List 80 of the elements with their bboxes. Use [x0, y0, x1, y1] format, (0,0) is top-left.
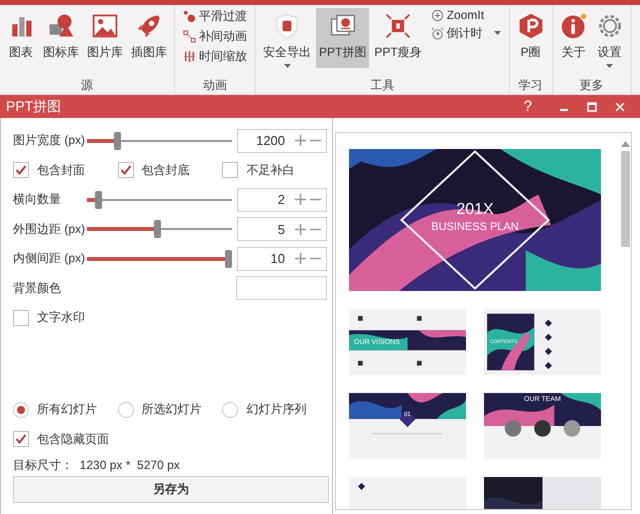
slider-thumb[interactable] — [224, 250, 232, 268]
ribbon-button[interactable]: 时间缩放 — [183, 48, 247, 65]
dialog-title: PPT拼图 — [6, 98, 62, 116]
group-label: 源 — [80, 77, 94, 94]
radio-label: 幻灯片序列 — [246, 401, 306, 418]
ribbon-button[interactable]: PPT拼图 — [316, 8, 370, 68]
number-field[interactable]: 1200 — [236, 128, 328, 153]
hexagon-logo-icon — [516, 12, 545, 40]
ribbon-button[interactable]: ZoomIt — [430, 8, 501, 22]
help-button[interactable]: ? — [524, 98, 532, 115]
plus-icon[interactable] — [295, 253, 306, 264]
checkbox-label: 包含隐藏页面 — [37, 430, 109, 448]
radio-button[interactable] — [118, 402, 134, 418]
ribbon-button[interactable]: P圈 — [514, 8, 548, 68]
plus-icon[interactable] — [295, 224, 306, 235]
slider-label: 内侧间距 (px) — [13, 250, 86, 268]
plus-icon[interactable] — [295, 135, 306, 146]
slider[interactable] — [86, 220, 232, 238]
target-size-text: 目标尺寸： 1230 px * 5270 px — [13, 456, 181, 474]
number-field[interactable]: 10 — [236, 246, 328, 271]
caret-icon — [606, 64, 614, 69]
radio-button[interactable] — [222, 402, 238, 418]
scroll-up-icon[interactable] — [620, 141, 630, 147]
scrollbar-thumb[interactable] — [620, 151, 630, 247]
slide-subtitle: BUSINESS PLAN — [430, 221, 520, 233]
plus-icon[interactable] — [295, 194, 306, 206]
ribbon-button[interactable]: 倒计时 — [430, 25, 501, 42]
image-icon — [91, 12, 119, 40]
slider[interactable] — [86, 250, 232, 268]
alarm-clock-icon — [430, 27, 444, 40]
radio-label: 所有幻灯片 — [37, 401, 97, 418]
ribbon-button[interactable]: 补间动画 — [183, 28, 247, 45]
slider-thumb[interactable] — [114, 132, 122, 150]
ribbon-button[interactable]: 图标库 — [40, 8, 82, 68]
caret-icon — [494, 31, 501, 36]
group-label: 动画 — [202, 77, 228, 94]
group-label: 更多 — [578, 77, 605, 94]
ribbon-button[interactable]: 图片库 — [84, 8, 126, 68]
nodes-icon — [183, 30, 196, 43]
caret-icon — [284, 64, 290, 69]
checkbox[interactable] — [118, 162, 134, 178]
slider-label: 横向数量 — [13, 191, 62, 208]
checkbox-label: 不足补白 — [246, 162, 294, 179]
ribbon-button[interactable]: 关于 — [556, 8, 591, 68]
checkbox[interactable] — [13, 431, 29, 448]
slider[interactable] — [86, 190, 232, 209]
ribbon-button[interactable]: PPT瘦身 — [371, 8, 425, 68]
checkbox-label: 包含封面 — [37, 162, 85, 179]
save-as-button[interactable]: 另存为 — [13, 476, 329, 503]
ribbon-button[interactable]: 平滑过渡 — [183, 8, 247, 25]
zoom-in-icon — [430, 8, 444, 22]
close-icon[interactable] — [615, 102, 625, 112]
ribbon-button[interactable]: 安全导出 — [260, 8, 314, 71]
checkbox[interactable] — [222, 162, 238, 178]
slider-label: 图片宽度 (px) — [13, 132, 86, 150]
slider-label: 外围边距 (px) — [13, 220, 86, 238]
shield-icon — [273, 12, 301, 40]
slider[interactable] — [86, 132, 232, 150]
number-field[interactable]: 5 — [236, 217, 328, 242]
radio-button[interactable] — [13, 402, 29, 418]
checkbox[interactable] — [13, 162, 29, 178]
checkbox-label: 包含封底 — [142, 162, 190, 179]
compress-icon — [384, 12, 412, 40]
ribbon-button[interactable]: 图表 — [4, 8, 38, 68]
checkbox-label: 文字水印 — [37, 309, 85, 326]
checkbox[interactable] — [13, 310, 29, 326]
timeline-icon — [183, 50, 196, 63]
maximize-icon[interactable] — [587, 102, 597, 112]
slider-thumb[interactable] — [154, 220, 162, 238]
group-label: 学习 — [518, 77, 544, 94]
info-icon — [560, 12, 588, 40]
dots-icon — [183, 10, 196, 23]
field-label: 背景颜色 — [13, 280, 62, 297]
group-label: 工具 — [369, 77, 396, 94]
slider-thumb[interactable] — [94, 190, 102, 209]
ribbon-button[interactable]: 插图库 — [128, 8, 170, 68]
ribbon-button[interactable]: 设置 — [592, 8, 627, 71]
color-field[interactable] — [236, 276, 327, 300]
radio-label: 所选幻灯片 — [142, 401, 202, 418]
number-field[interactable]: 2 — [236, 188, 328, 212]
